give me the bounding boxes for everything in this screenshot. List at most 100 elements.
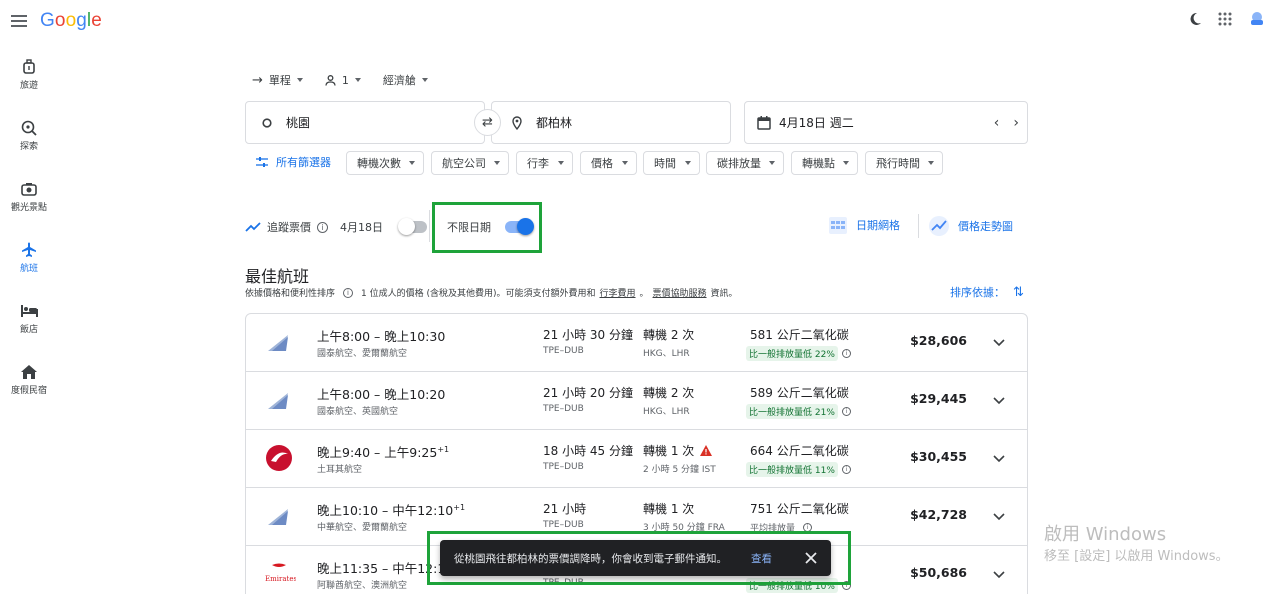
filter-chip-airlines[interactable]: 航空公司 [431, 151, 509, 175]
expand-chevron-icon[interactable] [991, 566, 1007, 582]
account-avatar-icon[interactable] [1248, 10, 1266, 28]
passengers-value: 1 [341, 73, 349, 87]
airline-names: 阿聯酋航空、澳洲航空 [317, 581, 408, 591]
swap-locations-button[interactable]: ⇄ [474, 109, 501, 136]
trip-type-select[interactable]: → 單程 [252, 72, 303, 88]
info-icon[interactable]: i [841, 407, 851, 416]
date-grid-button[interactable]: 日期網格 [828, 215, 900, 235]
departure-date-field[interactable]: 4月18日 週二 ‹ › [744, 101, 1028, 144]
info-icon[interactable]: i [841, 465, 851, 474]
filter-chip-duration[interactable]: 飛行時間 [865, 151, 943, 175]
nav-item-hotels[interactable]: 飯店 [0, 300, 58, 335]
co2-comparison: 比一般排放量低 22% i [746, 346, 851, 361]
caret-down-icon [494, 161, 500, 165]
co2-comparison: 比一般排放量低 21% i [746, 404, 851, 419]
sort-by-button[interactable]: 排序依據： ⇅ [950, 284, 1024, 300]
flight-row[interactable]: 上午8:00 – 晚上10:20 國泰航空、英國航空 21 小時 20 分鐘 T… [246, 372, 1027, 430]
location-pin-icon [512, 115, 522, 130]
fare-assistance-link[interactable]: 票價協助服務 [653, 286, 707, 299]
divider [918, 214, 919, 238]
calendar-icon [757, 115, 771, 130]
track-prices-label: 追蹤票價 [267, 221, 311, 234]
china-airlines-logo [268, 509, 288, 525]
co2-emissions: 581 公斤二氧化碳 [750, 328, 849, 342]
track-date-toggle[interactable] [398, 218, 427, 235]
main-menu-button[interactable] [8, 10, 30, 32]
co2-emissions: 589 公斤二氧化碳 [750, 386, 849, 400]
sort-explanation: 依據價格和便利性排序 [245, 289, 336, 299]
chip-label: 時間 [654, 157, 676, 170]
origin-field[interactable]: 桃園 [245, 101, 485, 144]
info-icon[interactable]: i [317, 221, 328, 233]
expand-chevron-icon[interactable] [991, 392, 1007, 408]
filter-chip-bags[interactable]: 行李 [516, 151, 573, 175]
info-icon[interactable]: i [841, 349, 851, 358]
any-date-label: 不限日期 [447, 221, 491, 234]
date-value: 4月18日 週二 [779, 116, 854, 130]
chip-label: 碳排放量 [717, 157, 761, 170]
price-graph-button[interactable]: 價格走勢圖 [928, 215, 1013, 237]
any-date-toggle[interactable] [505, 218, 534, 235]
close-icon[interactable] [803, 550, 819, 566]
stop-count: 轉機 2 次 [643, 328, 695, 342]
flight-duration: 21 小時 20 分鐘 [543, 386, 633, 400]
explore-icon [0, 117, 58, 139]
google-logo[interactable]: Google [40, 10, 102, 32]
price-note: 1 位成人的價格 (含稅及其他費用)。可能須支付額外費用和 [361, 289, 596, 299]
trending-icon [245, 222, 261, 232]
filter-chip-stops[interactable]: 轉機次數 [346, 151, 424, 175]
airline-names: 國泰航空、愛爾蘭航空 [317, 349, 408, 359]
nav-item-attractions[interactable]: 觀光景點 [0, 178, 58, 213]
nav-item-travel[interactable]: 旅遊 [0, 56, 58, 91]
flight-row[interactable]: 上午8:00 – 晚上10:30 國泰航空、愛爾蘭航空 21 小時 30 分鐘 … [246, 314, 1027, 372]
cabin-class-value: 經濟艙 [382, 74, 416, 87]
passengers-select[interactable]: 1 [325, 74, 361, 87]
caret-down-icon [622, 161, 628, 165]
filter-chip-times[interactable]: 時間 [643, 151, 700, 175]
windows-activation-title: 啟用 Windows [1044, 524, 1167, 545]
snackbar-view-button[interactable]: 查看 [751, 551, 772, 566]
cabin-class-select[interactable]: 經濟艙 [383, 72, 428, 88]
destination-value: 都柏林 [536, 116, 573, 130]
filter-chip-connecting[interactable]: 轉機點 [791, 151, 858, 175]
snackbar-message: 從桃園飛往都柏林的票價調降時，你會收到電子郵件通知。 [454, 552, 727, 565]
caret-down-icon [558, 161, 564, 165]
trip-options: → 單程 1 經濟艙 [252, 72, 428, 88]
previous-date-button[interactable]: ‹ [994, 115, 1000, 131]
caret-down-icon [843, 161, 849, 165]
filter-chip-price[interactable]: 價格 [580, 151, 637, 175]
sort-label: 排序依據： [950, 286, 1005, 299]
filter-chip-emissions[interactable]: 碳排放量 [706, 151, 784, 175]
flight-route: TPE–DUB [543, 462, 584, 472]
flight-row[interactable]: 晚上9:40 – 上午9:25+1 土耳其航空 18 小時 45 分鐘 TPE–… [246, 430, 1027, 488]
caret-down-icon [685, 161, 691, 165]
all-filters-button[interactable]: 所有篩選器 [256, 154, 331, 170]
punct: 。 [639, 289, 649, 299]
flight-route: TPE–DUB [543, 346, 584, 356]
nav-item-vacation-rentals[interactable]: 度假民宿 [0, 361, 58, 396]
price-graph-icon [929, 216, 949, 236]
nav-item-flights[interactable]: 航班 [0, 239, 58, 274]
expand-chevron-icon[interactable] [991, 450, 1007, 466]
expand-chevron-icon[interactable] [991, 508, 1007, 524]
origin-circle-icon [262, 117, 272, 128]
info-icon[interactable]: i [343, 287, 354, 298]
airline-names: 國泰航空、英國航空 [317, 407, 399, 417]
expand-chevron-icon[interactable] [991, 334, 1007, 350]
flight-price: $30,455 [910, 449, 967, 464]
best-flights-title: 最佳航班 [245, 267, 310, 286]
nav-label: 觀光景點 [10, 203, 47, 213]
chip-label: 轉機點 [802, 157, 835, 170]
chip-label: 行李 [527, 157, 549, 170]
chip-label: 轉機次數 [357, 157, 401, 170]
apps-grid-icon[interactable] [1218, 12, 1232, 26]
bag-fees-link[interactable]: 行李費用 [600, 286, 636, 299]
cathay-pacific-logo [268, 335, 288, 351]
flight-route: TPE–DUB [543, 404, 584, 414]
destination-field[interactable]: 都柏林 [491, 101, 731, 144]
best-flights-subtitle: 依據價格和便利性排序 i 1 位成人的價格 (含稅及其他費用)。可能須支付額外費… [245, 286, 738, 299]
one-way-arrow-icon: → [252, 72, 263, 88]
nav-item-explore[interactable]: 探索 [0, 117, 58, 152]
dark-mode-icon[interactable] [1188, 12, 1202, 26]
next-date-button[interactable]: › [1013, 115, 1019, 131]
